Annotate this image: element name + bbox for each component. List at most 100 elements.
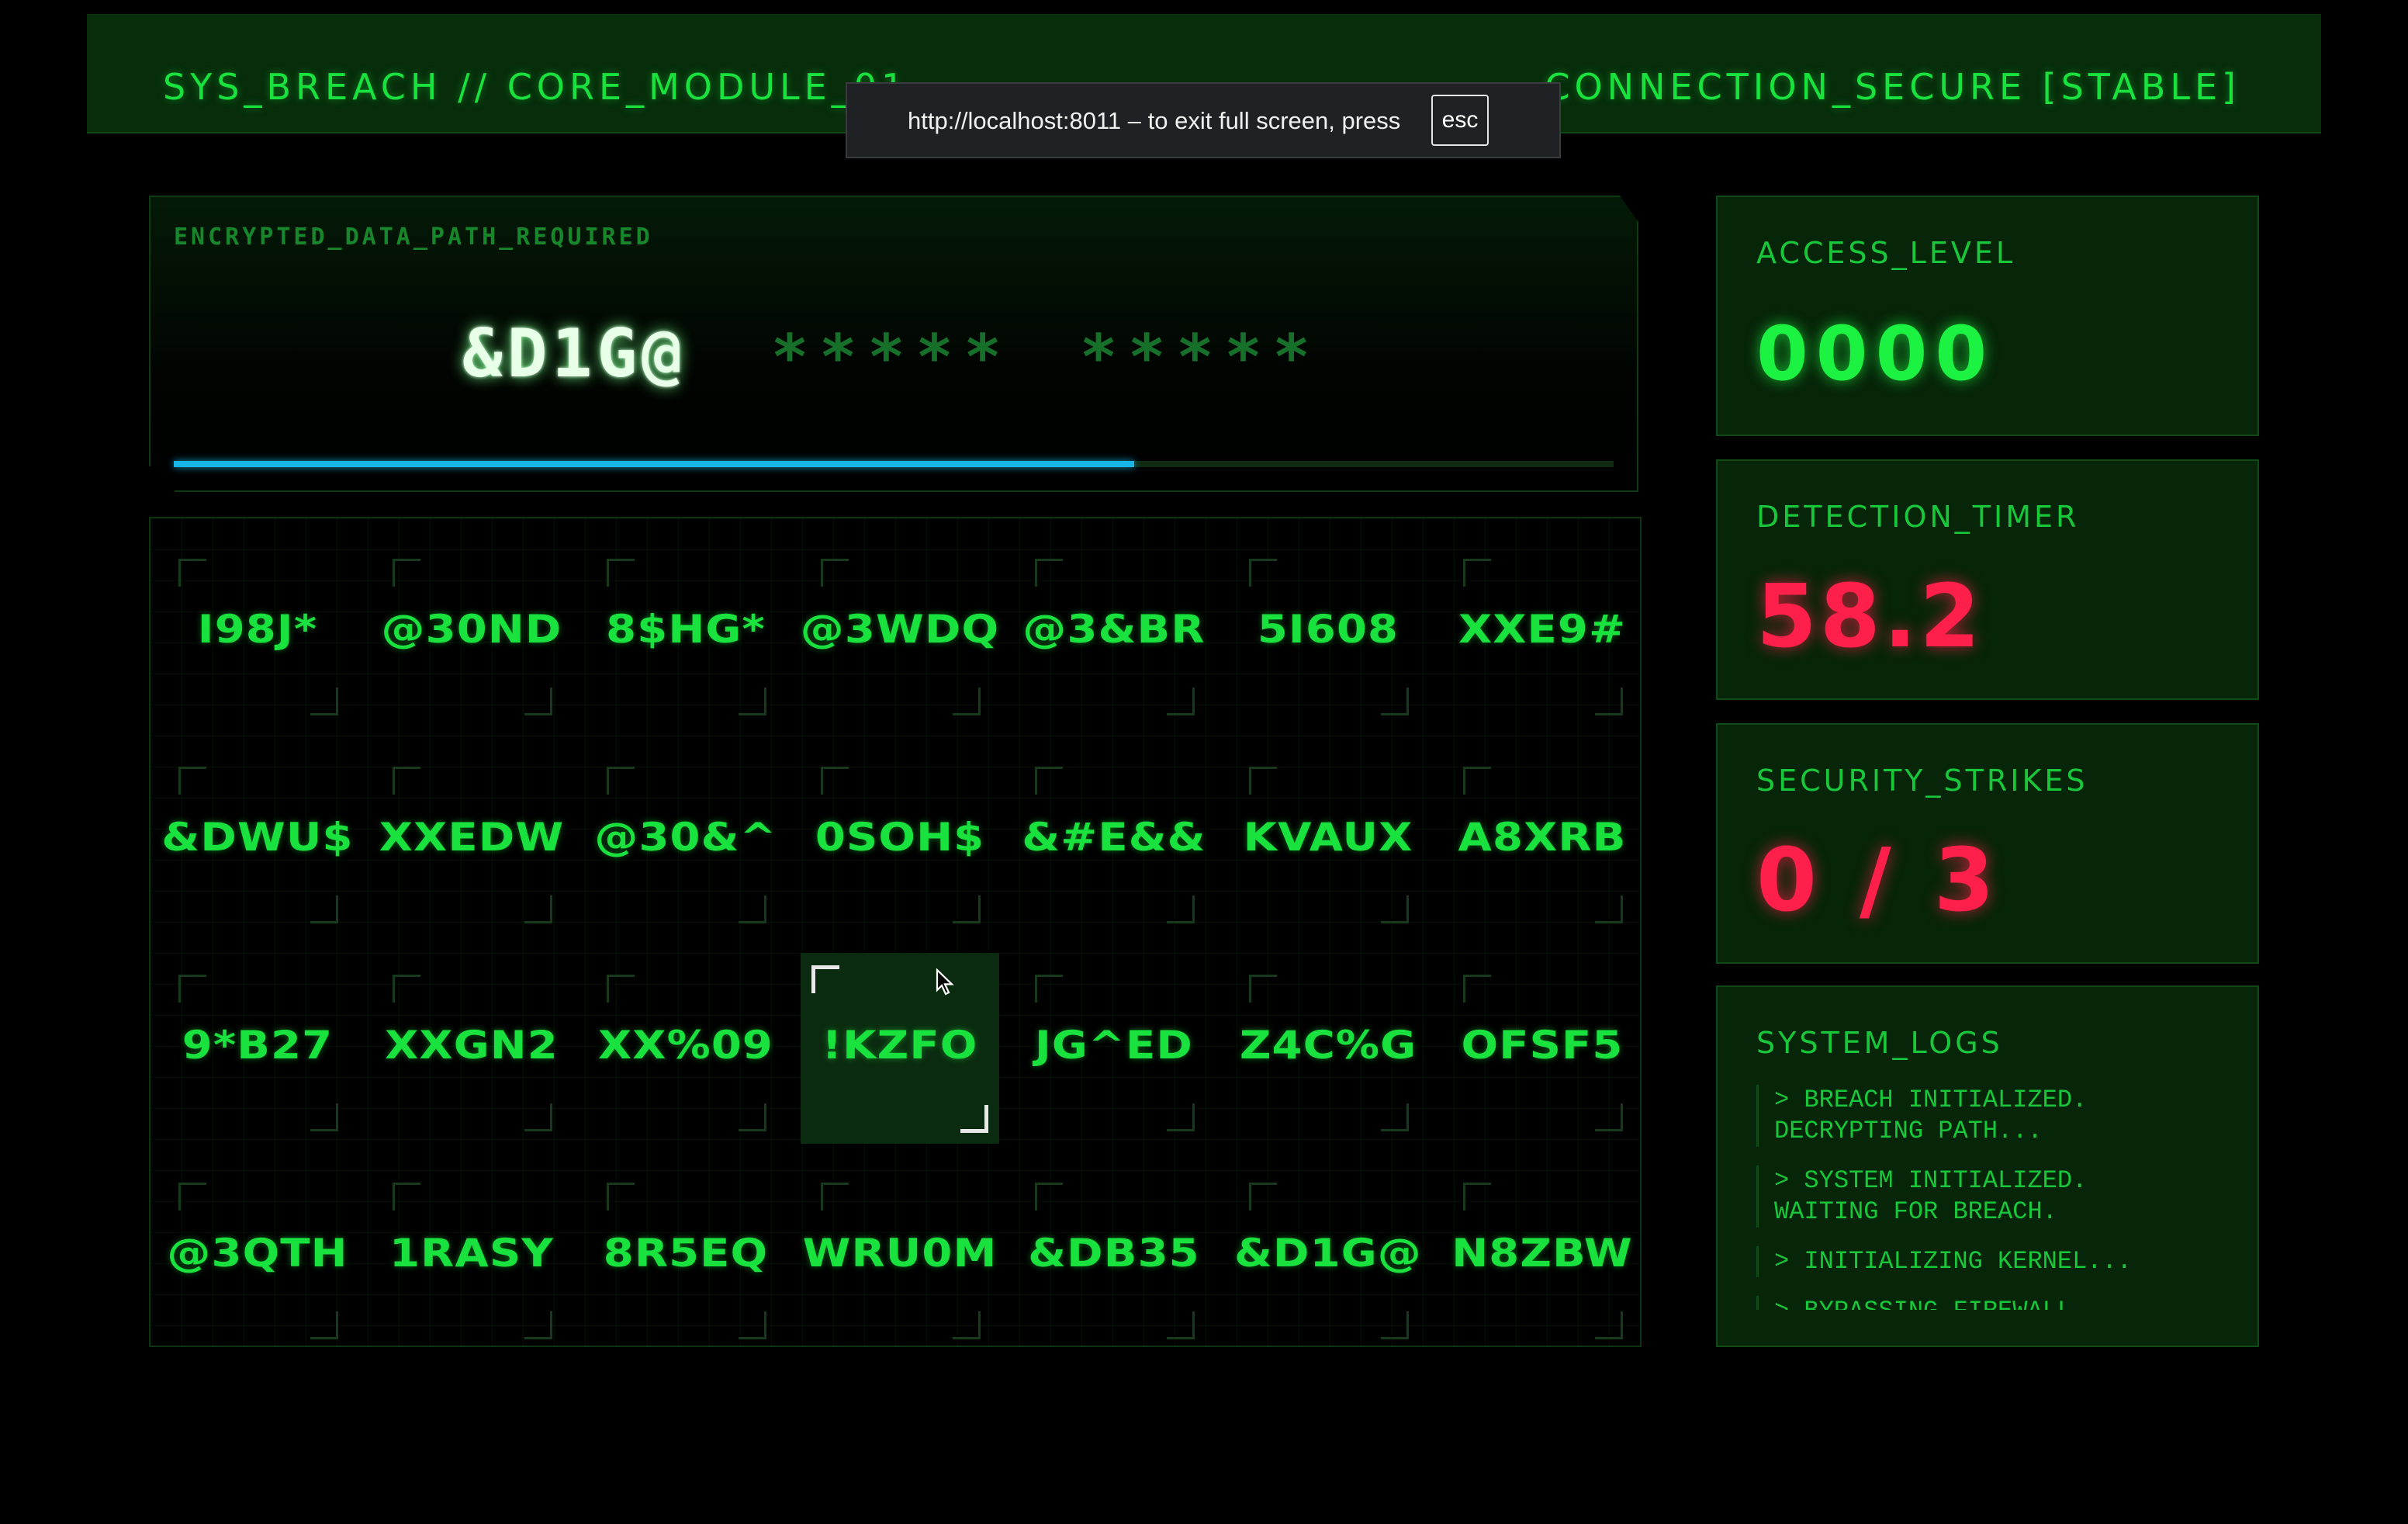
cell-corner-bracket <box>953 895 981 923</box>
cell-corner-bracket <box>1167 895 1195 923</box>
grid-cell[interactable]: Z4C%G <box>1229 953 1427 1144</box>
grid-cell[interactable]: JG^ED <box>1015 953 1213 1144</box>
cell-corner-bracket <box>310 1103 338 1131</box>
cell-corner-bracket <box>1167 688 1195 715</box>
header-title: SYS_BREACH // CORE_MODULE_01 <box>163 66 909 108</box>
grid-cell[interactable]: @3WDQ <box>801 537 999 728</box>
cell-code: 9*B27 <box>182 1023 334 1068</box>
log-entry: > BYPASSING FIREWALL... <box>1756 1296 2230 1310</box>
target-hidden-code: ***** <box>1080 321 1321 393</box>
cell-corner-bracket <box>1035 975 1063 1003</box>
target-sequence-panel: ENCRYPTED_DATA_PATH_REQUIRED &D1G@ *****… <box>149 196 1638 492</box>
decrypt-progress-bar <box>174 461 1614 467</box>
grid-cell[interactable]: @3&BR <box>1015 537 1213 728</box>
grid-cell[interactable]: WRU0M <box>801 1161 999 1352</box>
cell-corner-bracket <box>739 1103 766 1131</box>
code-grid: I98J* @30ND 8$HG* @3WDQ @3&BR 5I608 XXE9# &DWU$… <box>149 517 1642 1347</box>
cell-corner-bracket <box>1595 1311 1623 1339</box>
cell-code: OFSF5 <box>1461 1023 1624 1068</box>
cell-corner-bracket <box>953 688 981 715</box>
grid-cell[interactable]: OFSF5 <box>1443 953 1642 1144</box>
cell-corner-bracket <box>393 975 420 1003</box>
cell-code: &D1G@ <box>1234 1231 1422 1276</box>
cell-corner-bracket <box>1167 1103 1195 1131</box>
grid-cell[interactable]: &D1G@ <box>1229 1161 1427 1352</box>
cell-corner-bracket <box>1381 895 1409 923</box>
cell-corner-bracket <box>524 895 552 923</box>
detection-timer-value: 58.2 <box>1756 566 1984 667</box>
grid-cell[interactable]: @30ND <box>372 537 571 728</box>
cell-corner-bracket <box>524 688 552 715</box>
cell-code: A8XRB <box>1458 815 1627 860</box>
cell-corner-bracket <box>739 895 766 923</box>
cell-code: 1RASY <box>389 1231 554 1276</box>
cell-corner-bracket <box>524 1311 552 1339</box>
cell-corner-bracket <box>1035 559 1063 587</box>
cell-code: 8R5EQ <box>603 1231 769 1276</box>
cell-corner-bracket <box>1035 1183 1063 1211</box>
cell-corner-bracket <box>1463 975 1491 1003</box>
grid-cell[interactable]: 8$HG* <box>586 537 785 728</box>
grid-cell[interactable]: 0SOH$ <box>801 745 999 936</box>
target-label: ENCRYPTED_DATA_PATH_REQUIRED <box>174 223 653 251</box>
grid-cell[interactable]: XXEDW <box>372 745 571 936</box>
cell-code: 8$HG* <box>606 607 766 652</box>
cell-corner-bracket <box>1249 975 1277 1003</box>
cell-corner-bracket <box>1249 767 1277 795</box>
cell-code: N8ZBW <box>1451 1231 1633 1276</box>
cell-code: XXE9# <box>1458 607 1627 652</box>
cell-corner-bracket <box>739 688 766 715</box>
cell-corner-bracket <box>310 895 338 923</box>
log-entry: > INITIALIZING KERNEL... <box>1756 1246 2230 1277</box>
grid-cell[interactable]: &DB35 <box>1015 1161 1213 1352</box>
cell-code: @3&BR <box>1022 607 1206 652</box>
detection-timer-panel: DETECTION_TIMER 58.2 <box>1716 459 2259 700</box>
cell-corner-bracket <box>1463 559 1491 587</box>
cell-code: @3WDQ <box>800 607 1000 652</box>
cell-corner-bracket <box>811 965 839 993</box>
grid-cell[interactable]: XXE9# <box>1443 537 1642 728</box>
cell-corner-bracket <box>607 559 635 587</box>
grid-cell[interactable]: XXGN2 <box>372 953 571 1144</box>
system-logs-label: SYSTEM_LOGS <box>1756 1026 2003 1060</box>
cell-code: WRU0M <box>802 1231 998 1276</box>
cell-corner-bracket <box>1381 688 1409 715</box>
log-entry: > SYSTEM INITIALIZED. WAITING FOR BREACH… <box>1756 1166 2230 1228</box>
cell-corner-bracket <box>1595 895 1623 923</box>
cell-corner-bracket <box>1381 1311 1409 1339</box>
cell-corner-bracket <box>739 1311 766 1339</box>
security-strikes-label: SECURITY_STRIKES <box>1756 764 2088 798</box>
game-screen: SYS_BREACH // CORE_MODULE_01 CONNECTION_… <box>0 0 2408 1524</box>
cell-corner-bracket <box>1595 1103 1623 1131</box>
grid-cell[interactable]: I98J* <box>158 537 357 728</box>
cell-corner-bracket <box>310 688 338 715</box>
cell-corner-bracket <box>1249 559 1277 587</box>
cell-code: &DWU$ <box>161 815 354 860</box>
system-logs-list[interactable]: > BREACH INITIALIZED. DECRYPTING PATH...… <box>1756 1085 2230 1310</box>
cell-corner-bracket <box>178 1183 206 1211</box>
cell-code: @3QTH <box>167 1231 348 1276</box>
cell-corner-bracket <box>178 767 206 795</box>
grid-cell[interactable]: &#E&& <box>1015 745 1213 936</box>
grid-cell[interactable]: &DWU$ <box>158 745 357 936</box>
grid-cell[interactable]: KVAUX <box>1229 745 1427 936</box>
grid-cell[interactable]: XX%09 <box>586 953 785 1144</box>
grid-cell[interactable]: @30&^ <box>586 745 785 936</box>
security-strikes-panel: SECURITY_STRIKES 0 / 3 <box>1716 723 2259 964</box>
system-logs-panel: SYSTEM_LOGS > BREACH INITIALIZED. DECRYP… <box>1716 985 2259 1347</box>
grid-cell[interactable]: N8ZBW <box>1443 1161 1642 1352</box>
grid-cell[interactable]: @3QTH <box>158 1161 357 1352</box>
grid-cell[interactable]: A8XRB <box>1443 745 1642 936</box>
cell-corner-bracket <box>821 1183 849 1211</box>
grid-cell[interactable]: 5I608 <box>1229 537 1427 728</box>
grid-cell[interactable]: !KZFO <box>801 953 999 1144</box>
cell-code: XXEDW <box>379 815 565 860</box>
fullscreen-notice: http://localhost:8011 – to exit full scr… <box>846 82 1561 158</box>
grid-cell[interactable]: 9*B27 <box>158 953 357 1144</box>
cell-corner-bracket <box>393 767 420 795</box>
grid-cell[interactable]: 8R5EQ <box>586 1161 785 1352</box>
cell-corner-bracket <box>821 559 849 587</box>
access-level-value: 0000 <box>1756 310 1995 397</box>
grid-cell[interactable]: 1RASY <box>372 1161 571 1352</box>
decrypt-progress-fill <box>174 461 1134 467</box>
